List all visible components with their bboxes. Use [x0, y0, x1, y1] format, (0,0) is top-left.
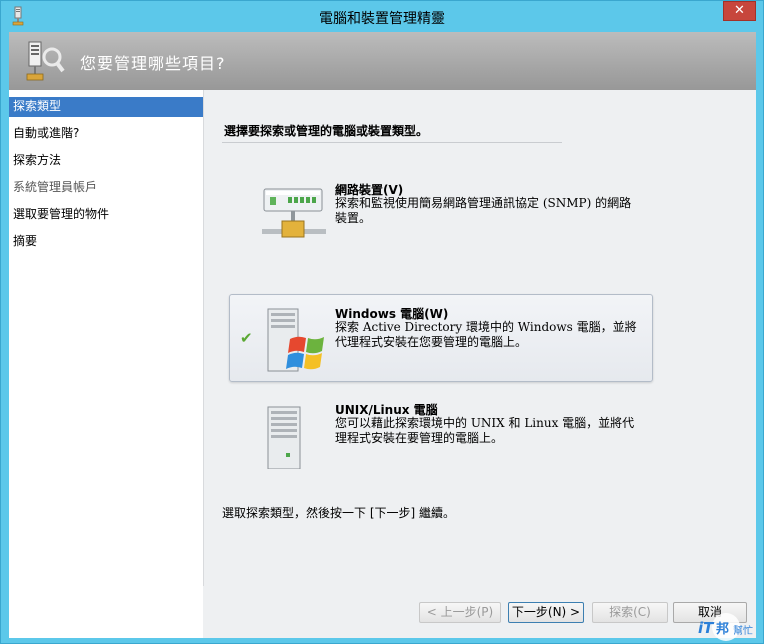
option-unix-desc: 您可以藉此探索環境中的 UNIX 和 Linux 電腦，並將代理程式安裝在要管理… — [335, 416, 635, 445]
content-pane: 選擇要探索或管理的電腦或裝置類型。 網路裝置(V) 探索和監視使用簡易網路管理通… — [203, 90, 756, 586]
windows-computer-icon — [267, 308, 324, 372]
watermark-help: 幫忙 — [733, 624, 753, 637]
step-admin-account[interactable]: 系統管理員帳戶 — [9, 178, 203, 198]
heading-divider — [222, 142, 562, 143]
step-summary[interactable]: 摘要 — [9, 232, 203, 252]
wizard-client: 您要管理哪些項目? 探索類型 自動或進階? 探索方法 系統管理員帳戶 選取要管理… — [9, 32, 756, 638]
option-windows-computers[interactable]: ✔ Windows 電腦(W) 探索 Active Directory 環境中的… — [229, 294, 653, 382]
unix-computer-icon — [267, 406, 301, 469]
title-bar[interactable]: 電腦和裝置管理精靈 ✕ — [1, 1, 763, 32]
network-device-icon — [262, 188, 326, 238]
close-button[interactable]: ✕ — [723, 1, 756, 21]
wizard-window: 電腦和裝置管理精靈 ✕ 您要管理哪些項目? 探索類型 自動或進階? 探索方法 系… — [0, 0, 764, 644]
wizard-steps: 探索類型 自動或進階? 探索方法 系統管理員帳戶 選取要管理的物件 摘要 — [9, 90, 203, 638]
step-discovery-method[interactable]: 探索方法 — [9, 151, 203, 171]
next-button[interactable]: 下一步(N) > — [508, 602, 584, 623]
watermark-it: iT — [698, 619, 715, 637]
option-windows-desc: 探索 Active Directory 環境中的 Windows 電腦，並將代理… — [335, 320, 637, 349]
button-bar: < 上一步(P) 下一步(N) > 探索(C) 取消 — [203, 586, 756, 638]
window-title: 電腦和裝置管理精靈 — [319, 11, 445, 27]
discovery-icon — [26, 41, 65, 81]
step-discovery-type[interactable]: 探索類型 — [9, 97, 203, 117]
option-network-devices[interactable]: 網路裝置(V) 探索和監視使用簡易網路管理通訊協定 (SNMP) 的網路裝置。 — [229, 170, 653, 258]
selected-check-icon: ✔ — [240, 329, 253, 347]
step-auto-or-advanced[interactable]: 自動或進階? — [9, 124, 203, 144]
section-heading: 選擇要探索或管理的電腦或裝置類型。 — [224, 124, 429, 138]
page-title: 您要管理哪些項目? — [80, 54, 226, 73]
header-banner: 您要管理哪些項目? — [9, 32, 756, 90]
option-unix-linux-computers[interactable]: UNIX/Linux 電腦 您可以藉此探索環境中的 UNIX 和 Linux 電… — [229, 390, 653, 478]
discover-button[interactable]: 探索(C) — [592, 602, 668, 623]
option-network-desc: 探索和監視使用簡易網路管理通訊協定 (SNMP) 的網路裝置。 — [335, 196, 632, 225]
back-button[interactable]: < 上一步(P) — [419, 602, 501, 623]
ithome-watermark-logo: iT 邦 幫忙 — [698, 613, 753, 641]
watermark-bang: 邦 — [716, 621, 729, 637]
instruction-text: 選取探索類型，然後按一下 [下一步] 繼續。 — [222, 506, 455, 520]
step-select-objects[interactable]: 選取要管理的物件 — [9, 205, 203, 225]
close-icon: ✕ — [734, 3, 745, 18]
